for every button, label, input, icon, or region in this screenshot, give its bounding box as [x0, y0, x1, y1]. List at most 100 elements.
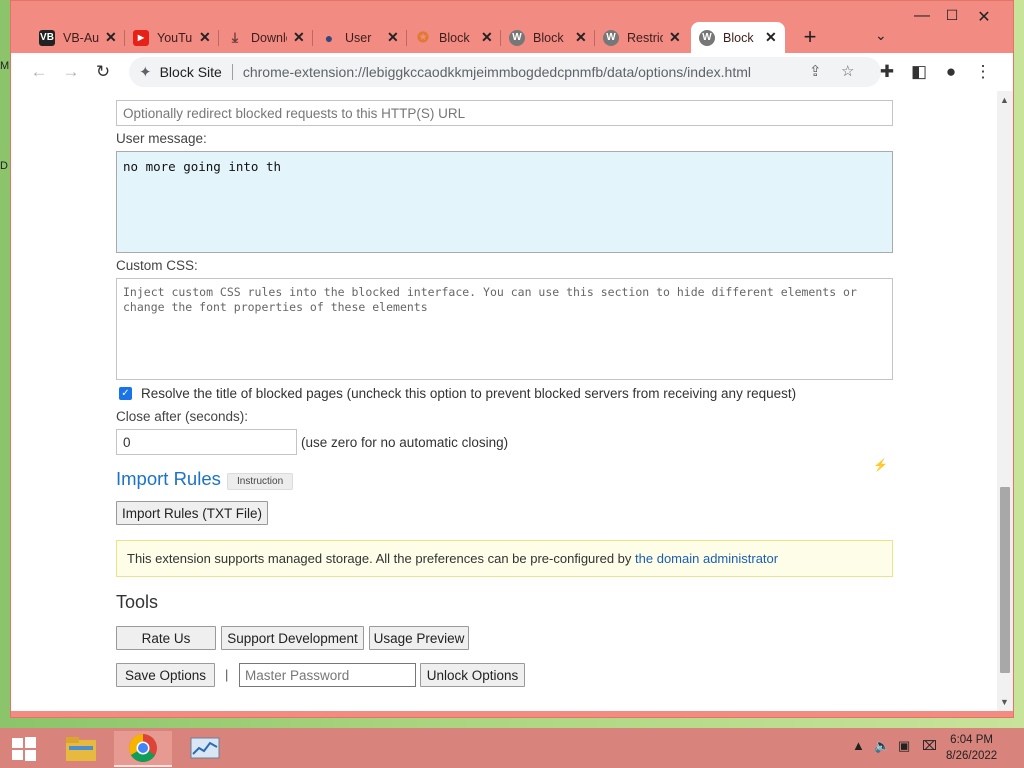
extensions-puzzle-icon[interactable]: ✚: [877, 62, 897, 82]
close-icon[interactable]: ✕: [105, 29, 117, 46]
forward-arrow-icon[interactable]: →: [61, 62, 81, 82]
tab-title: Block: [439, 30, 470, 45]
scroll-down-icon[interactable]: ▼: [1000, 697, 1009, 707]
puzzle-icon: ✦: [139, 64, 152, 81]
tab[interactable]: W Restrict ✕: [595, 22, 689, 53]
maximize-button[interactable]: ☐: [937, 7, 967, 27]
scrollbar-thumb[interactable]: [1000, 487, 1010, 673]
block-site-icon: ✪: [417, 29, 429, 45]
desktop-edge-labels: M D: [0, 60, 9, 172]
vb-logo-icon: VB: [39, 29, 55, 46]
address-bar[interactable]: ✦ Block Site chrome-extension://lebiggkc…: [129, 57, 881, 87]
new-tab-button[interactable]: +: [797, 25, 823, 51]
tab-title: Downloads: [251, 30, 287, 45]
volume-icon[interactable]: 🔈: [874, 738, 890, 754]
file-explorer-icon[interactable]: [52, 731, 110, 767]
download-icon: ⤓: [231, 29, 239, 45]
desktop-glyph: M: [0, 60, 10, 72]
save-options-button[interactable]: Save Options: [116, 663, 215, 687]
system-clock[interactable]: 6:04 PM 8/26/2022: [946, 732, 997, 764]
tab[interactable]: W Block ✕: [501, 22, 595, 53]
import-rules-title: Import Rules: [116, 468, 221, 489]
url-text[interactable]: chrome-extension://lebiggkccaodkkmjeimmb…: [243, 64, 751, 80]
tab-title: Block: [723, 30, 754, 45]
tray-chevron-icon[interactable]: ▲: [852, 738, 865, 753]
youtube-icon: ▶: [133, 29, 149, 46]
side-panel-icon[interactable]: ◧: [909, 62, 929, 82]
windows-logo-icon: [12, 737, 36, 761]
site-chip-label: Block Site: [159, 64, 222, 80]
redirect-url-input[interactable]: [116, 100, 893, 126]
tab[interactable]: ✪ Block ✕: [407, 22, 501, 53]
tab-title: VB-Audio: [63, 30, 99, 45]
start-button[interactable]: [0, 731, 48, 767]
close-icon[interactable]: ✕: [199, 29, 211, 46]
page-scrollbar[interactable]: ▲ ▼: [997, 91, 1013, 711]
support-development-button[interactable]: Support Development: [221, 626, 364, 650]
user-message-label: User message:: [116, 131, 207, 146]
tab[interactable]: VB VB-Audio ✕: [31, 22, 125, 53]
close-after-input[interactable]: [116, 429, 297, 455]
domain-admin-link[interactable]: the domain administrator: [635, 551, 778, 566]
notification-icon[interactable]: ⌧: [922, 738, 937, 754]
resolve-title-label: Resolve the title of blocked pages (unch…: [141, 386, 797, 401]
resolve-title-option[interactable]: ✓ Resolve the title of blocked pages (un…: [119, 386, 796, 401]
clock-date: 8/26/2022: [946, 750, 998, 762]
task-manager-icon[interactable]: [176, 731, 234, 767]
tab-active[interactable]: W Block ✕: [691, 22, 785, 53]
chrome-taskbar-icon[interactable]: [114, 731, 172, 767]
tab-title: Block: [533, 30, 564, 45]
unlock-options-button[interactable]: Unlock Options: [420, 663, 525, 687]
flash-icon: ⚡: [873, 458, 888, 472]
import-rules-button[interactable]: Import Rules (TXT File): [116, 501, 268, 525]
page-content: User message: no more going into th Cust…: [11, 91, 997, 711]
tools-title: Tools: [116, 592, 159, 612]
custom-css-textarea[interactable]: [116, 278, 893, 380]
scroll-up-icon[interactable]: ▲: [1000, 95, 1009, 105]
close-icon[interactable]: ✕: [575, 29, 587, 46]
back-arrow-icon[interactable]: ←: [29, 62, 49, 82]
network-icon[interactable]: ▣: [898, 738, 910, 754]
master-password-input[interactable]: [239, 663, 416, 687]
tab-title: Restrict: [627, 30, 663, 45]
tab[interactable]: ● User ✕: [313, 22, 407, 53]
tab[interactable]: ⤓ Downloads ✕: [219, 22, 313, 53]
bookmark-star-icon[interactable]: ☆: [841, 62, 854, 80]
w-logo-icon: W: [603, 29, 619, 46]
profile-avatar-icon[interactable]: ●: [941, 62, 961, 82]
clock-time: 6:04 PM: [950, 734, 993, 746]
close-icon[interactable]: ✕: [669, 29, 681, 46]
browser-window: VB VB-Audio ✕ ▶ YouTube ✕ ⤓ Downloads ✕ …: [10, 0, 1014, 718]
share-icon[interactable]: ⇪: [809, 62, 822, 80]
instruction-badge[interactable]: Instruction: [227, 473, 294, 490]
chevron-down-icon[interactable]: ⌄: [875, 27, 887, 44]
resolve-title-checkbox[interactable]: ✓: [119, 387, 132, 400]
w-logo-icon: W: [509, 29, 525, 46]
custom-css-label: Custom CSS:: [116, 258, 198, 273]
tab-title: YouTube: [157, 30, 193, 45]
user-message-textarea[interactable]: no more going into th: [116, 151, 893, 253]
managed-storage-text: This extension supports managed storage.…: [127, 551, 636, 566]
close-after-label: Close after (seconds):: [116, 409, 249, 424]
managed-storage-notice: This extension supports managed storage.…: [116, 540, 893, 577]
desktop-glyph: D: [0, 160, 8, 172]
browser-toolbar: ← → ↻ ✦ Block Site chrome-extension://le…: [11, 53, 1013, 91]
close-icon[interactable]: ✕: [293, 29, 305, 46]
usage-preview-button[interactable]: Usage Preview: [369, 626, 469, 650]
w-logo-icon: W: [699, 29, 715, 46]
minimize-button[interactable]: —: [907, 7, 937, 27]
tab-title: User: [345, 30, 372, 45]
separator: |: [225, 667, 229, 682]
close-after-hint: (use zero for no automatic closing): [301, 435, 509, 450]
tab-strip: VB VB-Audio ✕ ▶ YouTube ✕ ⤓ Downloads ✕ …: [11, 1, 1013, 53]
close-icon[interactable]: ✕: [481, 29, 493, 46]
taskbar: ▲ 🔈 ▣ ⌧ 6:04 PM 8/26/2022: [0, 728, 1024, 768]
user-icon: ●: [324, 29, 334, 46]
close-icon[interactable]: ✕: [387, 29, 399, 46]
close-icon[interactable]: ✕: [765, 29, 777, 46]
close-window-button[interactable]: ✕: [969, 7, 999, 27]
tab[interactable]: ▶ YouTube ✕: [125, 22, 219, 53]
reload-icon[interactable]: ↻: [93, 62, 113, 82]
menu-kebab-icon[interactable]: ⋮: [973, 62, 993, 82]
rate-us-button[interactable]: Rate Us: [116, 626, 216, 650]
